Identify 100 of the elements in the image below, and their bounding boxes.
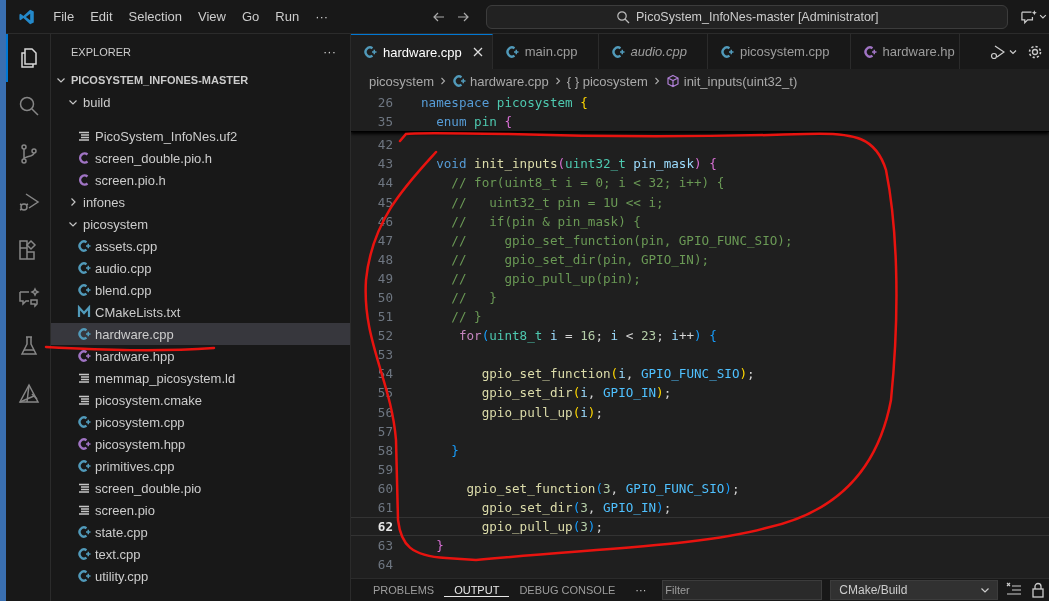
command-search-field[interactable]: PicoSystem_InfoNes-master [Administrator] [486,4,1009,29]
explorer-entry[interactable]: audio.cpp [51,257,350,279]
explorer-title: EXPLORER [71,45,131,58]
run-debug-icon[interactable] [17,190,41,214]
code-line: // gpio_set_dir(pin, GPIO_IN); [450,251,710,267]
explorer-entry[interactable]: picosystem.cpp [51,411,350,433]
explorer-entry[interactable]: screen_double.pio [51,477,350,499]
panel-tab[interactable]: DEBUG CONSOLE [509,584,626,596]
chat-icon[interactable] [17,286,41,310]
editor-tab[interactable]: picosystem.cpp [707,34,851,69]
text-file-icon [77,371,91,385]
breadcrumb-item[interactable]: init_inputs(uint32_t) [683,73,798,89]
code-line: // } [450,309,482,325]
editor-tab[interactable]: main.cpp [492,34,599,69]
menu-item[interactable]: Run [267,9,308,24]
line-number: 63 [376,538,393,554]
menu-item[interactable]: File [45,9,83,24]
folder-item[interactable]: picosystem [51,213,350,235]
c-file-icon [77,173,91,187]
breadcrumb-item[interactable]: picosystem [369,73,435,89]
code-line: gpio_pull_up(3); [480,519,604,535]
explorer-entry[interactable]: screen_double.pio.h [51,147,350,169]
text-file-icon [77,393,91,407]
cpp-file-icon [452,74,467,88]
cpp-file-icon [77,239,91,253]
cpp-file-icon [363,45,377,59]
project-header[interactable]: PICOSYSTEM_INFONES-MASTER [51,69,350,91]
code-line: // uint32_t pin = 1U << i; [450,194,664,210]
code-line: gpio_pull_up(i); [480,404,604,420]
code-line: } [450,442,459,458]
explorer-entry[interactable]: picosystem.cmake [51,389,350,411]
panel-tab[interactable]: PROBLEMS [363,584,445,596]
code-line: // for(uint8_t i = 0; i < 32; i++) { [450,175,725,191]
filter-field[interactable]: Filter [662,580,823,600]
cpp-file-icon [77,415,91,429]
menu-item[interactable]: View [190,9,234,24]
explorer-entry[interactable]: utility.cpp [51,565,350,587]
chat-sparkle-icon[interactable] [1020,8,1049,25]
cpp-file-icon [77,437,91,451]
line-number: 43 [376,156,393,172]
line-number: 26 [376,95,393,111]
line-number: 49 [376,270,393,286]
explorer-entry[interactable]: assets.cpp [51,235,350,257]
cpp-file-icon [610,44,625,59]
more-actions-button[interactable]: ··· [625,584,657,596]
code-line: void init_inputs(uint32_t pin_mask) { [435,156,717,172]
folder-item[interactable]: infones [51,191,350,213]
cpp-file-icon [77,283,91,297]
cpp-file-icon [77,459,91,473]
explorer-entry[interactable]: primitives.cpp [51,455,350,477]
explorer-entry[interactable]: memmap_picosystem.ld [51,367,350,389]
explorer-entry[interactable]: hardware.cpp [51,323,350,345]
run-debug-icon[interactable] [989,43,1005,60]
editor-tab[interactable]: audio.cpp [598,34,708,69]
cpp-file-icon [77,525,91,539]
search-icon[interactable] [17,94,41,118]
line-number: 58 [376,442,393,458]
line-number: 59 [376,461,393,477]
breadcrumb-item[interactable]: { } picosystem [566,73,648,89]
breadcrumb-item[interactable]: hardware.cpp [470,73,549,89]
menu-item[interactable]: Edit [82,9,121,24]
menu-item[interactable]: Selection [120,9,191,24]
explorer-entry[interactable]: picosystem.hpp [51,433,350,455]
explorer-entry[interactable]: text.cpp [51,543,350,565]
line-number: 47 [376,232,393,248]
code-line: enum pin { [435,114,512,130]
line-number: 61 [376,500,393,515]
text-file-icon [77,503,91,517]
editor-tab[interactable]: hardware.cpp [351,34,493,69]
c-file-icon [77,151,91,165]
code-line: gpio_set_dir(i, GPIO_IN); [480,385,672,401]
editor-tab[interactable]: hardware.hp [850,34,960,69]
text-file-icon [77,481,91,495]
line-number: 45 [376,194,393,210]
cpp-file-icon [862,44,877,59]
explorer-entry[interactable]: screen.pio.h [51,169,350,191]
line-number: 44 [376,175,393,191]
output-channel-dropdown[interactable]: CMake/Build [830,580,999,600]
folder-item[interactable]: build [51,91,350,113]
lock-icon[interactable] [1030,582,1047,598]
menu-item[interactable]: Go [234,9,268,24]
explorer-entry[interactable]: CMakeLists.txt [51,301,350,323]
more-actions-button[interactable]: ··· [323,44,336,59]
explorer-entry[interactable]: blend.cpp [51,279,350,301]
clear-output-icon[interactable] [1006,582,1023,598]
settings-icon[interactable] [1027,43,1043,60]
panel-tab[interactable]: OUTPUT [444,583,510,597]
line-number: 42 [376,137,393,153]
explorer-entry[interactable]: hardware.hpp [51,345,350,367]
cpp-file-icon [719,44,734,59]
menu-item[interactable]: ··· [307,9,337,24]
cpp-file-icon [77,569,91,583]
code-line: // gpio_set_function(pin, GPIO_FUNC_SIO); [450,232,793,248]
explorer-entry[interactable]: state.cpp [51,521,350,543]
close-icon[interactable] [471,46,484,58]
explorer-entry[interactable]: screen.pio [51,499,350,521]
explorer-entry[interactable]: PicoSystem_InfoNes.uf2 [51,125,350,147]
cpp-file-icon [77,261,91,275]
code-line: namespace picosystem { [421,95,588,111]
code-line: gpio_set_dir(3, GPIO_IN); [480,500,672,515]
